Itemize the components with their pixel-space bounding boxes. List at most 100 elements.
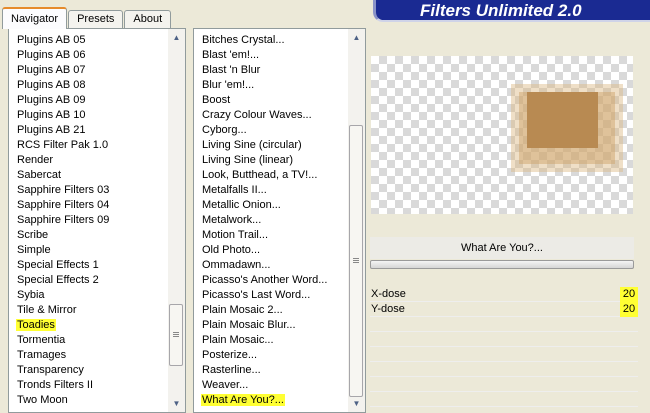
category-scrollbar[interactable]: ▲ ▼ (168, 29, 185, 412)
parameter-table: X-dose 20 Y-dose 20 (370, 287, 638, 407)
list-item-label: Blur 'em!... (202, 79, 255, 91)
list-item-label: Toadies (16, 319, 56, 331)
scroll-up-arrow-icon[interactable]: ▲ (348, 29, 365, 46)
parameter-row-empty (370, 392, 638, 407)
list-item-label: What Are You?... (201, 394, 285, 406)
list-item[interactable]: Metalfalls II... (194, 183, 347, 198)
list-item-label: Blast 'em!... (202, 49, 260, 61)
filter-scroll-thumb[interactable] (349, 125, 363, 397)
list-item-label: Two Moon (17, 394, 68, 406)
list-item[interactable]: Special Effects 2 (9, 273, 167, 288)
list-item-label: Plain Mosaic... (202, 334, 274, 346)
list-item[interactable]: Weaver... (194, 378, 347, 393)
category-scroll-thumb[interactable] (169, 304, 183, 366)
list-item-label: Metalwork... (202, 214, 262, 226)
list-item[interactable]: Blur 'em!... (194, 78, 347, 93)
list-item[interactable]: Cyborg... (194, 123, 347, 138)
list-item[interactable]: Plain Mosaic... (194, 333, 347, 348)
list-item[interactable]: Sabercat (9, 168, 167, 183)
list-item[interactable]: Picasso's Another Word... (194, 273, 347, 288)
list-item[interactable]: Tile & Mirror (9, 303, 167, 318)
list-item[interactable]: Tormentia (9, 333, 167, 348)
list-item[interactable]: Plugins AB 10 (9, 108, 167, 123)
parameter-row-x-dose[interactable]: X-dose 20 (370, 287, 638, 302)
list-item[interactable]: Two Moon (9, 393, 167, 408)
list-item[interactable]: Plugins AB 08 (9, 78, 167, 93)
tab-navigator[interactable]: Navigator (2, 7, 68, 29)
list-item[interactable]: Plain Mosaic Blur... (194, 318, 347, 333)
tab-bar: Navigator Presets About (2, 7, 172, 29)
list-item-label: Picasso's Another Word... (202, 274, 328, 286)
list-item[interactable]: Tramages (9, 348, 167, 363)
list-item[interactable]: Motion Trail... (194, 228, 347, 243)
list-item[interactable]: Metalwork... (194, 213, 347, 228)
list-item-label: Bitches Crystal... (202, 34, 285, 46)
list-item[interactable]: Simple (9, 243, 167, 258)
filter-scrollbar[interactable]: ▲ ▼ (348, 29, 365, 412)
scroll-up-arrow-icon[interactable]: ▲ (168, 29, 185, 46)
preview-object (527, 92, 598, 148)
list-item[interactable]: Transparency (9, 363, 167, 378)
list-item[interactable]: Scribe (9, 228, 167, 243)
list-item[interactable]: Living Sine (circular) (194, 138, 347, 153)
list-item[interactable]: Blast 'em!... (194, 48, 347, 63)
list-item[interactable]: Render (9, 153, 167, 168)
list-item[interactable]: Plugins AB 21 (9, 123, 167, 138)
list-item[interactable]: RCS Filter Pak 1.0 (9, 138, 167, 153)
parameter-label: X-dose (371, 288, 406, 300)
list-item-label: RCS Filter Pak 1.0 (17, 139, 109, 151)
parameter-row-y-dose[interactable]: Y-dose 20 (370, 302, 638, 317)
list-item[interactable]: Living Sine (linear) (194, 153, 347, 168)
list-item[interactable]: Toadies (9, 318, 167, 333)
list-item[interactable]: Picasso's Last Word... (194, 288, 347, 303)
tab-about[interactable]: About (124, 10, 172, 28)
list-item[interactable]: Metallic Onion... (194, 198, 347, 213)
list-item[interactable]: Sapphire Filters 09 (9, 213, 167, 228)
list-item[interactable]: Posterize... (194, 348, 347, 363)
list-item[interactable]: Blast 'n Blur (194, 63, 347, 78)
list-item[interactable]: Bitches Crystal... (194, 33, 347, 48)
list-item[interactable]: Look, Butthead, a TV!... (194, 168, 347, 183)
category-list[interactable]: Plugins AB 05 Plugins AB 06 Plugins AB 07 P… (8, 28, 186, 413)
list-item[interactable]: Old Photo... (194, 243, 347, 258)
list-item-label: Tramages (17, 349, 67, 361)
list-item[interactable]: Plugins AB 05 (9, 33, 167, 48)
filter-items: Bitches Crystal... Blast 'em!... Blast 'n … (194, 33, 347, 408)
scroll-down-arrow-icon[interactable]: ▼ (348, 395, 365, 412)
list-item[interactable]: Sybia (9, 288, 167, 303)
list-item-label: Tronds Filters II (17, 379, 93, 391)
list-item[interactable]: Ommadawn... (194, 258, 347, 273)
list-item[interactable]: Crazy Colour Waves... (194, 108, 347, 123)
list-item-label: Sabercat (17, 169, 62, 181)
list-item[interactable]: Plugins AB 06 (9, 48, 167, 63)
list-item-label: Tile & Mirror (17, 304, 77, 316)
list-item[interactable]: Plain Mosaic 2... (194, 303, 347, 318)
list-item-label: Sapphire Filters 04 (17, 199, 110, 211)
list-item[interactable]: What Are You?... (194, 393, 347, 408)
preview-panel: What Are You?... X-dose 20 Y-dose 20 (366, 28, 642, 413)
filter-list[interactable]: Bitches Crystal... Blast 'em!... Blast 'n … (193, 28, 366, 413)
parameter-value[interactable]: 20 (620, 287, 638, 302)
list-item[interactable]: Plugins AB 09 (9, 93, 167, 108)
list-item[interactable]: Tronds Filters II (9, 378, 167, 393)
list-item-label: Simple (17, 244, 51, 256)
scroll-down-arrow-icon[interactable]: ▼ (168, 395, 185, 412)
tab-presets[interactable]: Presets (68, 10, 124, 28)
parameter-value[interactable]: 20 (620, 302, 638, 317)
list-item-label: Plain Mosaic Blur... (202, 319, 296, 331)
parameter-row-empty (370, 347, 638, 362)
list-item[interactable]: Boost (194, 93, 347, 108)
list-item-label: Transparency (17, 364, 84, 376)
list-item[interactable]: Sapphire Filters 03 (9, 183, 167, 198)
list-item[interactable]: Sapphire Filters 04 (9, 198, 167, 213)
preview-canvas[interactable] (371, 56, 633, 214)
list-item-label: Special Effects 2 (17, 274, 99, 286)
app-title: Filters Unlimited 2.0 (420, 1, 582, 20)
list-item[interactable]: Plugins AB 07 (9, 63, 167, 78)
list-item[interactable]: Rasterline... (194, 363, 347, 378)
list-item-label: Picasso's Last Word... (202, 289, 311, 301)
selected-filter-name: What Are You?... (370, 237, 634, 259)
parameter-row-empty (370, 362, 638, 377)
list-item[interactable]: Special Effects 1 (9, 258, 167, 273)
list-item-label: Blast 'n Blur (202, 64, 261, 76)
